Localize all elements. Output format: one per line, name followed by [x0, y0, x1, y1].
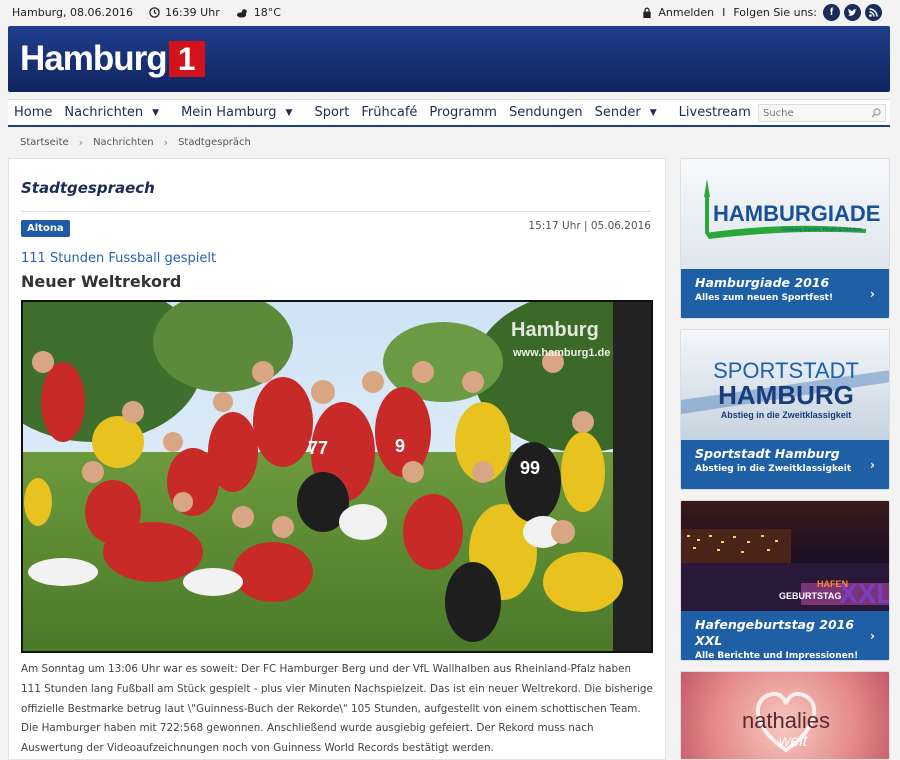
nav-label: Frühcafé: [361, 105, 418, 120]
promo-title: Sportstadt Hamburg: [695, 446, 840, 461]
promo-image-line2: HAMBURG: [718, 380, 854, 410]
rss-icon[interactable]: [865, 4, 882, 21]
nathalies-welt-graphic: nathalies welt: [742, 691, 830, 753]
time-text: 16:39 Uhr: [164, 6, 220, 19]
chevron-right-icon: ›: [78, 136, 84, 149]
hamburg1-logo[interactable]: Hamburg 1: [20, 41, 205, 77]
article-subtitle: 111 Stunden Fussball gespielt: [21, 251, 217, 266]
promo-sportstadt[interactable]: SPORTSTADT HAMBURG Abstieg in die Zweitk…: [680, 329, 890, 490]
hamburgiade-logo: HAMBURGIADE Company Games, Health & Nutr…: [704, 179, 880, 239]
twitter-icon[interactable]: [844, 4, 861, 21]
nav-item-fruehcafe[interactable]: Frühcafé: [355, 105, 423, 120]
nav-item-nachrichten[interactable]: Nachrichten ▼: [58, 105, 175, 120]
nav-label: Sendungen: [508, 105, 583, 120]
promo-title: Hafengeburtstag 2016 XXL: [695, 617, 855, 648]
nav-label: Programm: [429, 105, 497, 120]
promo-hamburgiade[interactable]: HAMBURGIADE Company Games, Health & Nutr…: [680, 158, 890, 319]
chevron-right-icon: ›: [870, 629, 875, 643]
nav-item-livestream[interactable]: Livestream: [673, 105, 757, 120]
breadcrumb-startseite[interactable]: Startseite: [20, 137, 69, 148]
promo-image: HAMBURGIADE Company Games, Health & Nutr…: [681, 159, 889, 269]
promo-image: HAFEN GEBURTSTAG XXL: [681, 501, 889, 611]
promo-image-line1: nathalies: [742, 708, 830, 733]
promo-image-line3: XXL: [839, 578, 889, 609]
promo-subtitle: Abstieg in die Zweitklassigkeit: [695, 464, 852, 474]
promo-image: SPORTSTADT HAMBURG Abstieg in die Zweitk…: [681, 330, 889, 440]
article-panel: Stadtgespraech Altona 15:17 Uhr | 05.06.…: [8, 158, 666, 760]
nav-item-sendungen[interactable]: Sendungen: [503, 105, 589, 120]
nav-item-programm[interactable]: Programm: [423, 105, 503, 120]
chevron-right-icon: ›: [870, 458, 875, 472]
weather-display: 18°C: [236, 6, 281, 19]
login-link[interactable]: Anmelden: [658, 6, 714, 19]
nav-label: Home: [14, 105, 53, 120]
nav-item-home[interactable]: Home: [8, 105, 58, 120]
lock-icon: [643, 7, 652, 18]
chevron-down-icon: ▼: [649, 107, 657, 118]
promo-subtitle: Alle Berichte und Impressionen!: [695, 651, 859, 661]
promo-image-line2: GEBURTSTAG: [779, 591, 841, 601]
nav-label: Sender: [594, 105, 641, 120]
nav-item-sport[interactable]: Sport: [308, 105, 355, 120]
nav-item-mein-hamburg[interactable]: Mein Hamburg ▼: [175, 105, 308, 120]
jersey-number-99: 99: [520, 458, 540, 478]
photo-url-watermark: www.hamburg1.de: [512, 347, 610, 359]
location-date: Hamburg, 08.06.2016: [12, 6, 133, 19]
promo-image-tagline: Company Games, Health & Nutrition: [781, 227, 862, 233]
promo-caption: Hafengeburtstag 2016 XXL Alle Berichte u…: [681, 611, 889, 660]
search-icon[interactable]: [871, 108, 881, 118]
top-bar: Hamburg, 08.06.2016 16:39 Uhr 18°C Anmel…: [0, 0, 900, 26]
breadcrumb: Startseite › Nachrichten › Stadtgespräch: [20, 136, 251, 149]
jersey-number-9: 9: [395, 436, 405, 456]
logo-word: Hamburg: [20, 39, 168, 78]
search-input[interactable]: [763, 107, 863, 119]
promo-title: Hamburgiade 2016: [695, 275, 830, 290]
chevron-down-icon: ▼: [152, 107, 160, 118]
jersey-number-77: 77: [308, 438, 328, 458]
article-body: Am Sonntag um 13:06 Uhr war es soweit: D…: [21, 663, 653, 755]
promo-hafengeburtstag[interactable]: HAFEN GEBURTSTAG XXL Hafengeburtstag 201…: [680, 500, 890, 661]
nav-label: Livestream: [678, 105, 751, 120]
team-photo-illustration: 77 9 99 Hamburg www.hamburg1.de: [23, 302, 651, 651]
breadcrumb-nachrichten[interactable]: Nachrichten: [93, 137, 154, 148]
divider: [21, 211, 651, 212]
nav-label: Sport: [314, 105, 350, 120]
weather-text: 18°C: [253, 6, 281, 19]
breadcrumb-stadtgespraech[interactable]: Stadtgespräch: [178, 137, 251, 148]
promo-subtitle: Alles zum neuen Sportfest!: [695, 293, 834, 303]
follow-label: Folgen Sie uns:: [733, 6, 817, 19]
promo-nathalies-welt[interactable]: nathalies welt: [680, 671, 890, 760]
topbar-separator: I: [722, 6, 726, 19]
section-title: Stadtgespraech: [21, 179, 155, 197]
time-display: 16:39 Uhr: [149, 6, 220, 19]
nav-label: Nachrichten: [64, 105, 144, 120]
promo-image-title: HAMBURGIADE: [713, 201, 880, 226]
hafengeburtstag-graphic: HAFEN GEBURTSTAG XXL: [681, 529, 889, 611]
nav-label: Mein Hamburg: [181, 105, 277, 120]
article-photo[interactable]: 77 9 99 Hamburg www.hamburg1.de: [21, 300, 653, 653]
nav-item-sender[interactable]: Sender ▼: [589, 105, 673, 120]
promo-caption: Hamburgiade 2016 Alles zum neuen Sportfe…: [681, 269, 889, 318]
logo-number: 1: [168, 41, 205, 77]
clock-icon: [149, 7, 160, 18]
chevron-down-icon: ▼: [285, 107, 293, 118]
location-tag[interactable]: Altona: [21, 220, 70, 237]
promo-image-line2: welt: [779, 733, 808, 750]
cloud-sun-icon: [236, 8, 247, 17]
facebook-icon[interactable]: f: [823, 4, 840, 21]
sportstadt-graphic: SPORTSTADT HAMBURG Abstieg in die Zweitk…: [681, 358, 889, 420]
article-headline: Neuer Weltrekord: [21, 272, 182, 291]
promo-image: nathalies welt: [681, 672, 889, 759]
promo-image-tagline: Abstieg in die Zweitklassigkeit: [721, 410, 852, 420]
promo-caption: Sportstadt Hamburg Abstieg in die Zweitk…: [681, 440, 889, 489]
article-date: 15:17 Uhr | 05.06.2016: [528, 220, 651, 232]
search-box: [758, 104, 886, 122]
chevron-right-icon: ›: [870, 287, 875, 301]
chevron-right-icon: ›: [163, 136, 169, 149]
site-header: Hamburg 1: [8, 26, 890, 92]
photo-watermark: Hamburg: [511, 319, 599, 341]
main-nav: Home Nachrichten ▼ Mein Hamburg ▼ Sport Fr…: [8, 99, 890, 127]
